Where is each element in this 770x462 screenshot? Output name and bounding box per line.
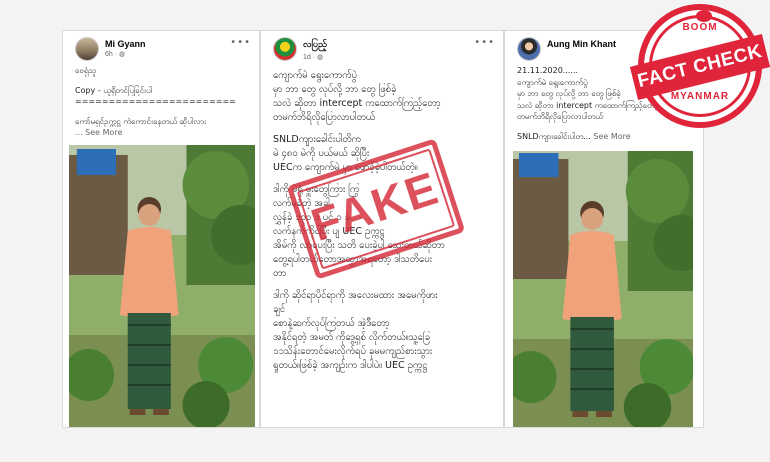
post-timestamp: 6h · ◍ <box>105 51 126 58</box>
post-line: ၁၁သိန်းတောင်မေးလိုက်ရပ် ခုမမကျည်စားသွား <box>273 346 433 357</box>
post-line: ဝေရှံသူ <box>75 66 97 75</box>
see-more-link[interactable]: See More <box>591 132 630 141</box>
post-line: ======================== <box>75 97 236 106</box>
post-timestamp: 1d · ◍ <box>303 54 324 61</box>
see-more-link[interactable]: ... See More <box>75 127 249 139</box>
post-text: ဝေရှံသူ Copy - ယူရှိတင်ပြခြင်းပါ =======… <box>63 63 259 139</box>
post-photo-man-in-garden[interactable] <box>513 151 693 427</box>
garden-photo <box>513 151 693 427</box>
avatar[interactable] <box>273 37 297 61</box>
more-options-icon[interactable]: ••• <box>474 37 495 48</box>
globe-icon: ◍ <box>119 51 126 58</box>
post-line: ရှုတယ်။ဖြစ်ခဲ့ အကျဉ်းက ဒါပါပဲ။ UEC ဥက္ကဋ… <box>273 360 428 371</box>
garden-photo <box>69 145 255 427</box>
badge-brand: BOOM <box>682 22 718 33</box>
post-header: Mi Gyann 6h · ◍ ••• <box>63 31 259 63</box>
badge-region: MYANMAR <box>670 91 730 102</box>
post-line: တာ <box>273 268 287 279</box>
post-header: လပြည့် 1d · ◍ ••• <box>261 31 503 63</box>
post-line: မှာ ဘာ တွေ လုပ်လို့ ဘာ တွေ ဖြစ်ခဲ့ <box>273 84 397 95</box>
post-line: ချင် <box>273 304 286 315</box>
bomb-icon <box>696 10 712 22</box>
author-name[interactable]: လပြည့် <box>303 39 495 52</box>
post-line: တမက်ဘိရိလိုပြောလာပါတယ် <box>273 112 376 123</box>
more-options-icon[interactable]: ••• <box>230 37 251 48</box>
post-line: သလဲ ဆိုတာ intercept ကထောက်ကြည့်တော့ <box>273 98 441 109</box>
post-photo-man-in-garden[interactable] <box>69 145 255 427</box>
facebook-post-1: Mi Gyann 6h · ◍ ••• ဝေရှံသူ Copy - ယူရှိ… <box>62 30 260 428</box>
post-line: Copy - ယူရှိတင်ပြခြင်းပါ <box>75 85 153 95</box>
post-line: အနိုင်ရတဲ့ အမတ် ကိုဒွေ့ရှစ် လိုက်တယ်။သူ့… <box>273 332 430 343</box>
post-line: SNLDကျားခေါင်းပါတ... See More <box>517 131 631 141</box>
author-name[interactable]: Mi Gyann <box>105 39 251 49</box>
fact-check-badge: BOOM FACT CHECK MYANMAR <box>629 4 770 128</box>
post-line: ကျောက်မဲ ရွေးကောက်ပွဲ <box>273 70 357 81</box>
composite-image: Mi Gyann 6h · ◍ ••• ဝေရှံသူ Copy - ယူရှိ… <box>0 0 770 462</box>
avatar[interactable] <box>75 37 99 61</box>
post-line: SNLDကျားခေါင်းပါတိက <box>273 134 361 145</box>
post-line: စောနဲ့ဆက်လုပ်ကြတယ် အဲ့ဒီတော့ <box>273 318 390 329</box>
globe-icon: ◍ <box>317 54 324 61</box>
post-line: ကော်မရှင်ဥက္ကဋ္ဌ ကဲကောင်းနေတယ် ဆိုပါလား <box>75 116 207 126</box>
post-line: ဒါကို ဆိုင်ရာပိုင်ရာကို အလေးမထား အမေကိုဖ… <box>273 290 438 301</box>
avatar[interactable] <box>517 37 541 61</box>
